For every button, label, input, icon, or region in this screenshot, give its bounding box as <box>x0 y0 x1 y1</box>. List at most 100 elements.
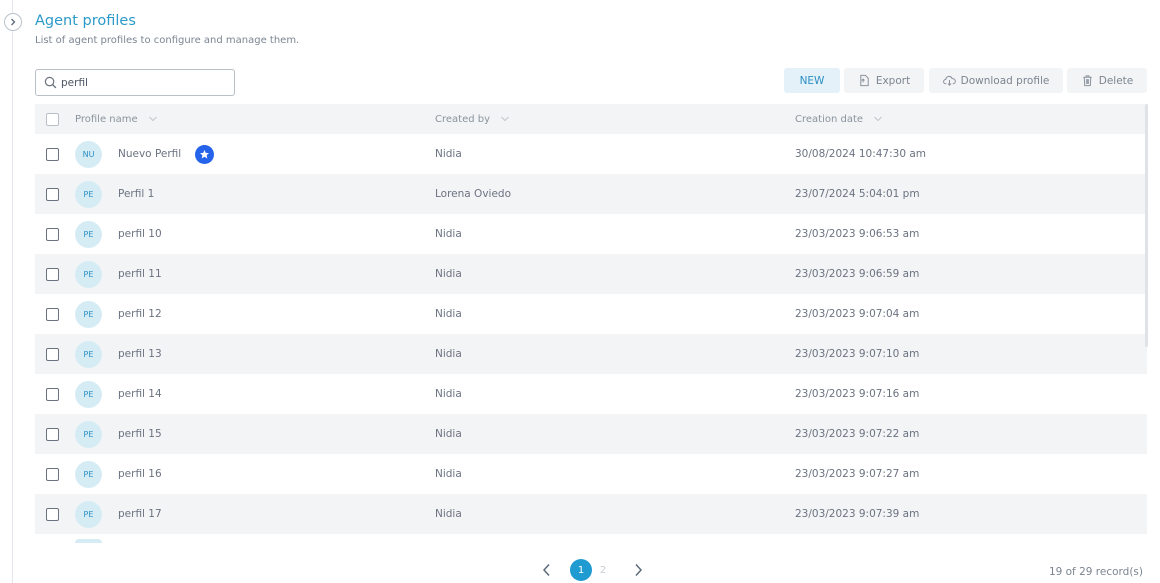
creation-date: 23/03/2023 9:06:53 am <box>795 228 920 240</box>
avatar: PE <box>75 420 102 448</box>
creation-date: 23/03/2023 9:07:22 am <box>795 428 920 440</box>
profile-name[interactable]: Perfil 1 <box>118 188 154 200</box>
cloud-download-icon <box>942 75 956 86</box>
expand-sidebar-button[interactable] <box>4 13 22 31</box>
created-by: Nidia <box>435 348 462 360</box>
row-checkbox[interactable] <box>46 227 59 241</box>
chevron-down-icon <box>501 116 509 122</box>
avatar: PE <box>75 500 102 528</box>
table-row[interactable]: PE perfil 13 Nidia 23/03/2023 9:07:10 am <box>35 334 1147 374</box>
new-button-label: NEW <box>799 74 825 87</box>
avatar: PE <box>75 180 102 208</box>
column-header-label: Creation date <box>795 113 864 125</box>
new-button[interactable]: NEW <box>784 68 840 93</box>
creation-date: 23/03/2023 9:07:16 am <box>795 388 920 400</box>
creation-date: 23/03/2023 9:07:39 am <box>795 508 920 520</box>
profile-name[interactable]: perfil 12 <box>118 308 162 320</box>
chevron-down-icon <box>148 116 157 122</box>
next-row-avatar-partial <box>75 539 102 543</box>
row-checkbox[interactable] <box>46 347 59 361</box>
table-row[interactable]: PE perfil 10 Nidia 23/03/2023 9:06:53 am <box>35 214 1147 254</box>
column-header-label: Profile name <box>75 113 138 125</box>
avatar: PE <box>75 300 102 328</box>
page-2-button[interactable]: 2 <box>592 559 614 581</box>
created-by: Nidia <box>435 308 462 320</box>
profile-name[interactable]: perfil 13 <box>118 348 162 360</box>
table-scrollbar[interactable] <box>1145 104 1148 347</box>
table-row[interactable]: PE perfil 12 Nidia 23/03/2023 9:07:04 am <box>35 294 1147 334</box>
table-row[interactable]: PE perfil 17 Nidia 23/03/2023 9:07:39 am <box>35 494 1147 534</box>
search-box[interactable] <box>35 69 235 96</box>
created-by: Nidia <box>435 468 462 480</box>
profile-name[interactable]: perfil 14 <box>118 388 162 400</box>
created-by: Lorena Oviedo <box>435 188 512 200</box>
row-checkbox[interactable] <box>46 427 59 441</box>
table-row[interactable]: PE perfil 16 Nidia 23/03/2023 9:07:27 am <box>35 454 1147 494</box>
left-rail <box>12 0 13 583</box>
column-header-created-by[interactable]: Created by <box>435 114 510 125</box>
row-checkbox[interactable] <box>46 307 59 321</box>
creation-date: 23/03/2023 9:07:10 am <box>795 348 920 360</box>
created-by: Nidia <box>435 148 462 160</box>
created-by: Nidia <box>435 268 462 280</box>
row-checkbox[interactable] <box>46 387 59 401</box>
page-title: Agent profiles <box>35 13 136 29</box>
row-checkbox[interactable] <box>46 147 59 161</box>
row-checkbox[interactable] <box>46 187 59 201</box>
creation-date: 23/03/2023 9:07:04 am <box>795 308 920 320</box>
avatar: PE <box>75 340 102 368</box>
table-row[interactable]: NU Nuevo Perfil Nidia 30/08/2024 10:47:3… <box>35 134 1147 174</box>
row-checkbox[interactable] <box>46 507 59 521</box>
default-profile-badge <box>195 144 215 164</box>
delete-button-label: Delete <box>1098 74 1134 87</box>
export-icon <box>860 74 869 87</box>
records-count: 19 of 29 record(s) <box>1048 566 1143 578</box>
table-row[interactable]: PE perfil 14 Nidia 23/03/2023 9:07:16 am <box>35 374 1147 414</box>
chevron-left-icon <box>542 563 550 577</box>
trash-icon <box>1083 75 1092 87</box>
table-row[interactable]: PE perfil 15 Nidia 23/03/2023 9:07:22 am <box>35 414 1147 454</box>
table-header: Profile name Created by Creation date <box>35 104 1147 134</box>
table-row[interactable]: PE perfil 11 Nidia 23/03/2023 9:06:59 am <box>35 254 1147 294</box>
search-input[interactable] <box>61 76 231 89</box>
download-profile-button[interactable]: Download profile <box>929 68 1063 93</box>
table-row[interactable]: PE Perfil 1 Lorena Oviedo 23/07/2024 5:0… <box>35 174 1147 214</box>
creation-date: 23/03/2023 9:06:59 am <box>795 268 920 280</box>
profile-name[interactable]: Nuevo Perfil <box>118 148 181 160</box>
column-header-label: Created by <box>435 113 491 125</box>
search-icon <box>44 76 57 89</box>
chevron-down-icon <box>874 116 882 122</box>
creation-date: 30/08/2024 10:47:30 am <box>795 148 927 160</box>
profile-name[interactable]: perfil 10 <box>118 228 162 240</box>
column-header-profile-name[interactable]: Profile name <box>75 114 158 125</box>
created-by: Nidia <box>435 428 462 440</box>
profile-name[interactable]: perfil 15 <box>118 428 162 440</box>
chevron-right-icon <box>11 18 16 26</box>
avatar: NU <box>75 140 102 168</box>
export-button[interactable]: Export <box>844 68 924 93</box>
star-icon <box>200 149 210 158</box>
export-button-label: Export <box>875 74 911 87</box>
row-checkbox[interactable] <box>46 267 59 281</box>
page-subtitle: List of agent profiles to configure and … <box>35 35 300 46</box>
avatar: PE <box>75 460 102 488</box>
select-all-checkbox[interactable] <box>46 112 59 126</box>
row-checkbox[interactable] <box>46 467 59 481</box>
pagination: 1 2 <box>536 559 648 581</box>
avatar: PE <box>75 260 102 288</box>
profiles-table: Profile name Created by Creation date NU… <box>35 104 1147 534</box>
next-page-button[interactable] <box>628 559 648 581</box>
download-profile-label: Download profile <box>960 74 1050 87</box>
created-by: Nidia <box>435 508 462 520</box>
creation-date: 23/03/2023 9:07:27 am <box>795 468 920 480</box>
profile-name[interactable]: perfil 17 <box>118 508 162 520</box>
page-1-button[interactable]: 1 <box>570 559 592 581</box>
column-header-creation-date[interactable]: Creation date <box>795 114 883 125</box>
profile-name[interactable]: perfil 16 <box>118 468 162 480</box>
delete-button[interactable]: Delete <box>1067 68 1147 93</box>
profile-name[interactable]: perfil 11 <box>118 268 162 280</box>
previous-page-button[interactable] <box>536 559 556 581</box>
avatar: PE <box>75 380 102 408</box>
created-by: Nidia <box>435 228 462 240</box>
avatar: PE <box>75 220 102 248</box>
